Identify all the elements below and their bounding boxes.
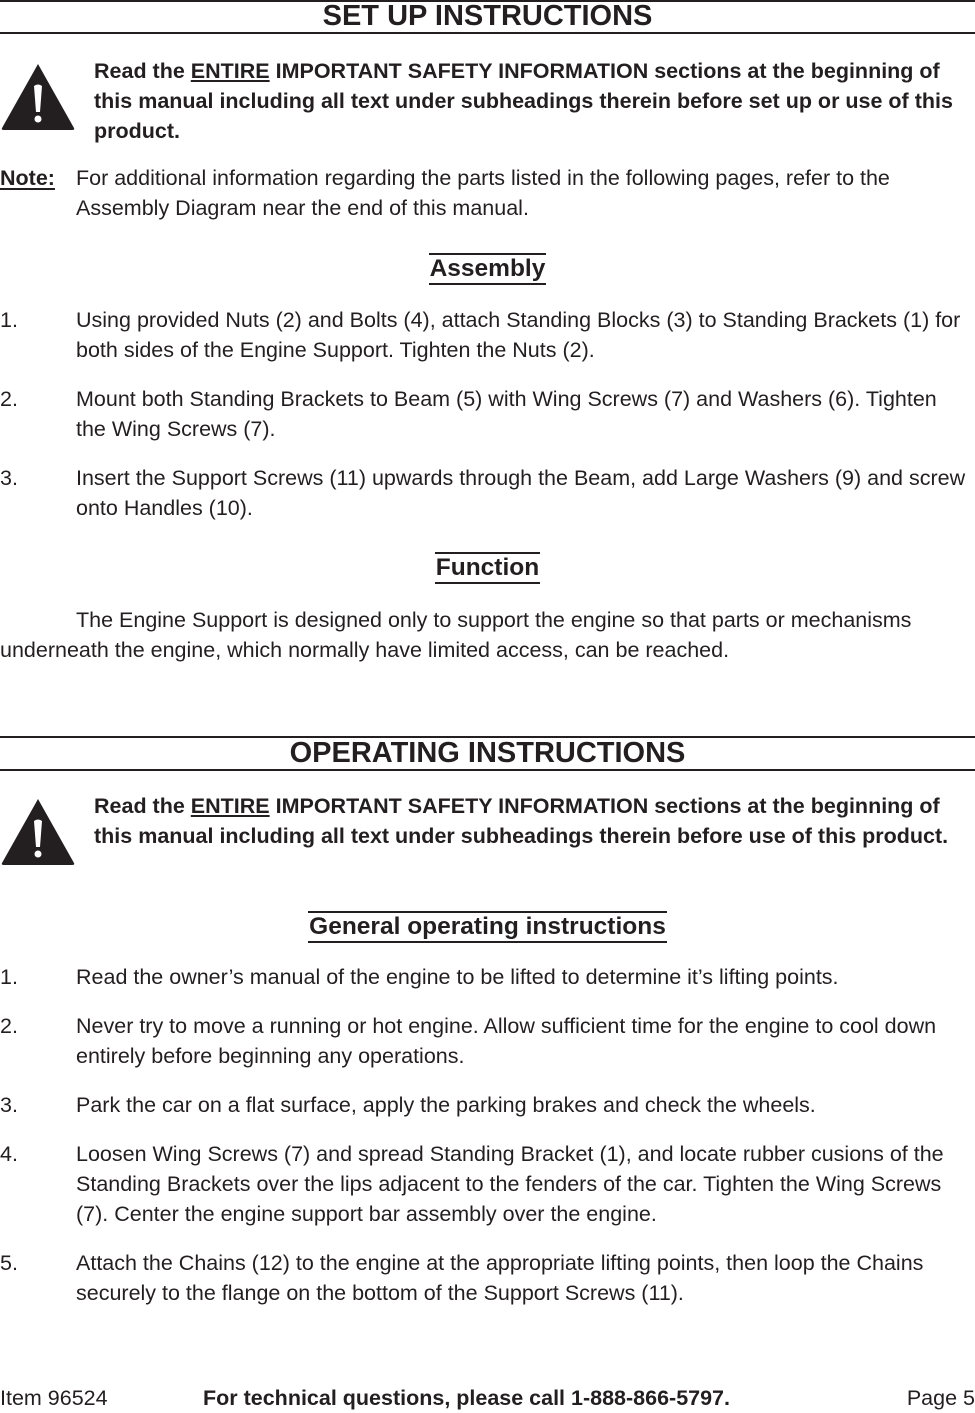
operating-section-title: OPERATING INSTRUCTIONS bbox=[0, 736, 975, 771]
item-number: Item 96524 bbox=[0, 1386, 108, 1410]
list-item: 2. Mount both Standing Brackets to Beam (… bbox=[0, 387, 937, 441]
operating-title-text: OPERATING INSTRUCTIONS bbox=[289, 737, 686, 769]
list-item: 2. Never try to move a running or hot eng… bbox=[0, 1014, 937, 1068]
note-text: For additional information regarding the… bbox=[76, 166, 890, 220]
general-operating-heading: General operating instructions bbox=[0, 911, 975, 943]
function-heading-text: Function bbox=[434, 552, 541, 584]
list-item: 3. Insert the Support Screws (11) upwards… bbox=[0, 466, 966, 520]
function-heading: Function bbox=[0, 552, 975, 584]
warning-triangle-icon bbox=[1, 799, 75, 865]
assembly-steps: 1. Using provided Nuts (2) and Bolts (4),… bbox=[0, 305, 975, 542]
warning-triangle-icon bbox=[1, 64, 75, 130]
list-item: 5. Attach the Chains (12) to the engine a… bbox=[0, 1251, 924, 1305]
support-phone: For technical questions, please call 1-8… bbox=[203, 1386, 730, 1410]
function-paragraph: The Engine Support is designed only to s… bbox=[0, 608, 912, 662]
list-item: 3. Park the car on a flat surface, apply … bbox=[0, 1093, 816, 1117]
setup-safety-warning: Read the ENTIRE IMPORTANT SAFETY INFORMA… bbox=[0, 56, 975, 143]
operating-safety-warning: Read the ENTIRE IMPORTANT SAFETY INFORMA… bbox=[0, 791, 975, 871]
list-item: 4. Loosen Wing Screws (7) and spread Stan… bbox=[0, 1142, 944, 1226]
list-item: 1. Using provided Nuts (2) and Bolts (4),… bbox=[0, 308, 961, 362]
setup-warning-text: Read the ENTIRE IMPORTANT SAFETY INFORMA… bbox=[94, 59, 953, 143]
note-label: Note: bbox=[0, 166, 55, 190]
page-footer: Item 96524 For technical questions, plea… bbox=[0, 1383, 975, 1413]
entire-emphasis: ENTIRE bbox=[190, 59, 270, 83]
list-item: 1. Read the owner’s manual of the engine … bbox=[0, 965, 839, 989]
entire-emphasis: ENTIRE bbox=[190, 794, 270, 818]
assembly-heading: Assembly bbox=[0, 253, 975, 285]
setup-section-title: SET UP INSTRUCTIONS bbox=[0, 0, 975, 34]
operating-warning-text: Read the ENTIRE IMPORTANT SAFETY INFORMA… bbox=[94, 794, 949, 848]
setup-title-text: SET UP INSTRUCTIONS bbox=[322, 0, 653, 32]
assembly-heading-text: Assembly bbox=[428, 253, 547, 285]
operating-steps: 1. Read the owner’s manual of the engine … bbox=[0, 962, 975, 1327]
general-operating-heading-text: General operating instructions bbox=[308, 911, 667, 943]
page-number: Page 5 bbox=[906, 1386, 975, 1410]
